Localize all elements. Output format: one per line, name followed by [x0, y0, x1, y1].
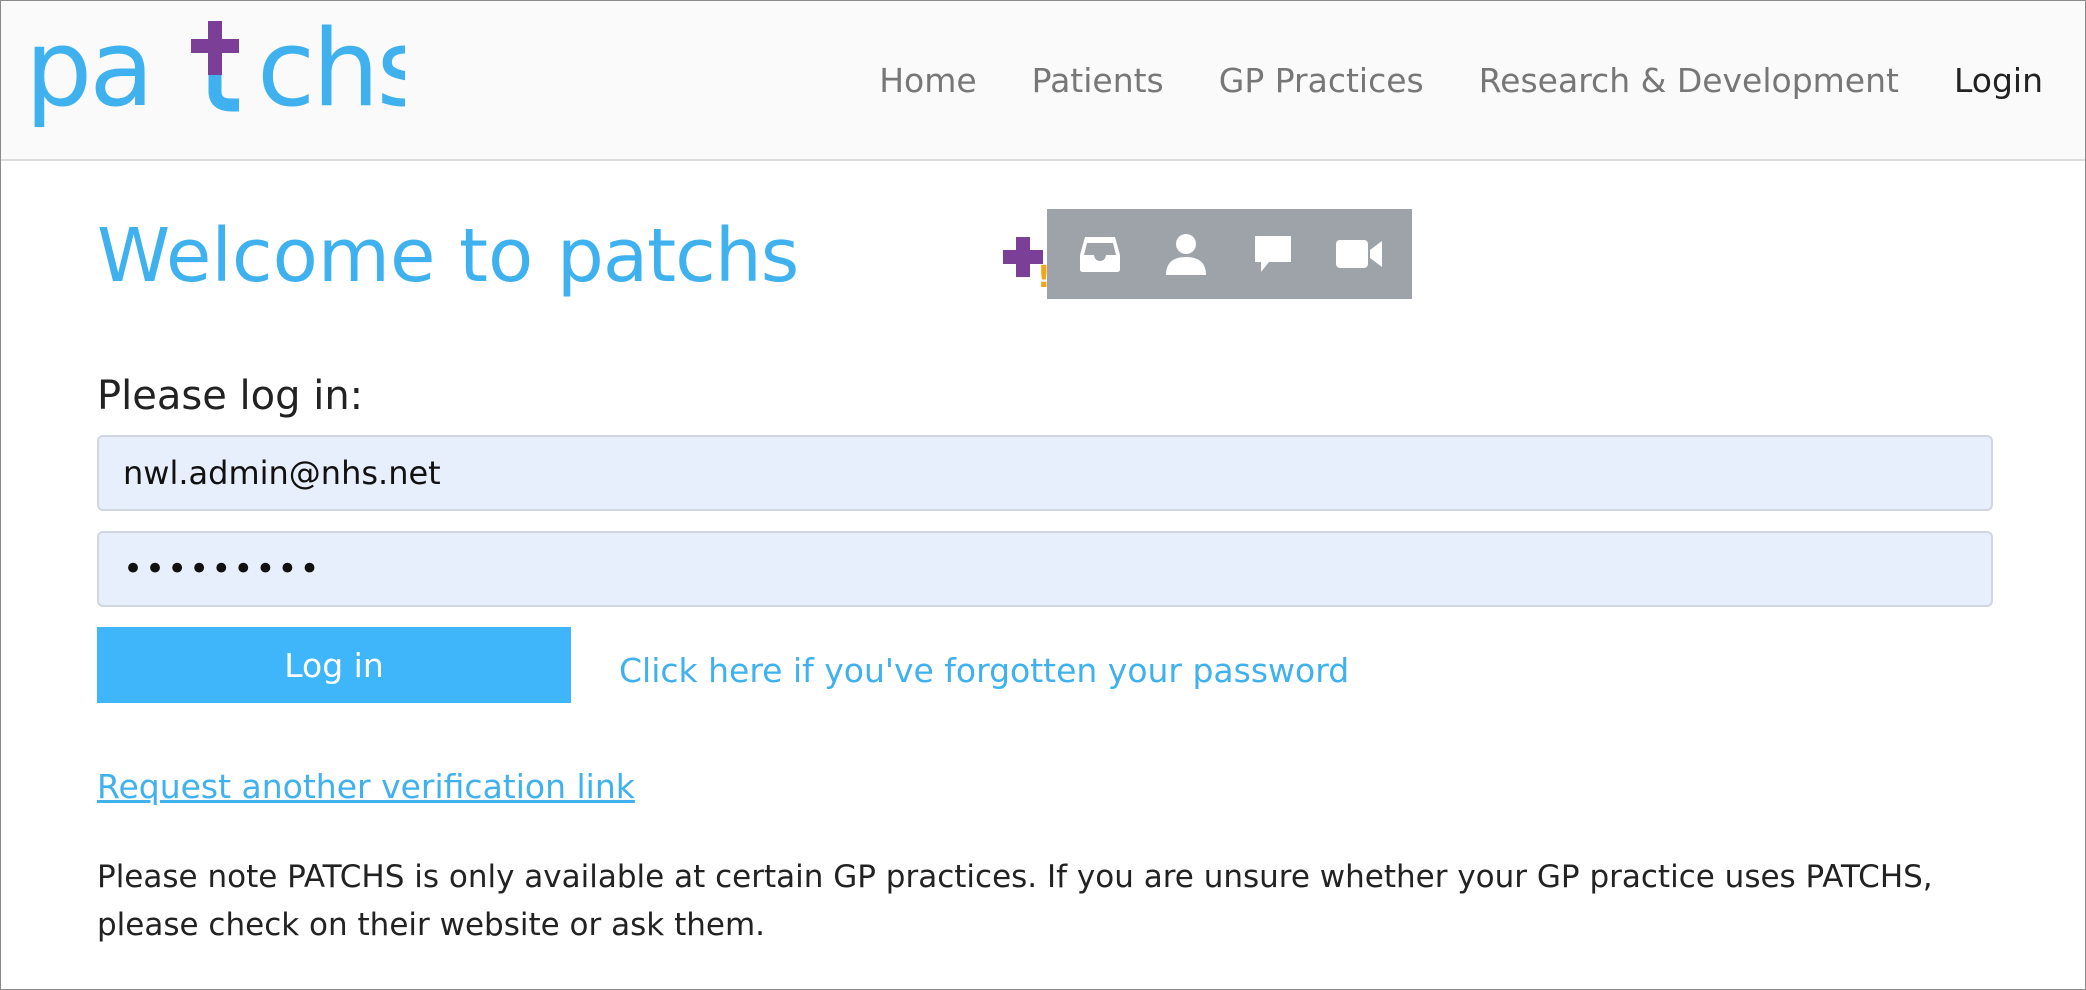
login-button[interactable]: Log in [97, 627, 571, 703]
nav-patients[interactable]: Patients [1032, 61, 1164, 100]
video-icon[interactable] [1335, 230, 1383, 278]
request-verification-link[interactable]: Request another verification link [97, 767, 635, 806]
svg-text:chs: chs [257, 9, 405, 130]
welcome-heading: Welcome to patchs [97, 219, 799, 293]
welcome-brand: patchs [556, 213, 799, 299]
chat-icon[interactable] [1249, 230, 1297, 278]
patchs-logo[interactable]: pa chs patchs [25, 7, 432, 143]
email-field[interactable] [97, 435, 1993, 511]
password-field[interactable] [97, 531, 1993, 607]
nav-research-development[interactable]: Research & Development [1479, 61, 1899, 100]
inbox-icon[interactable] [1076, 230, 1124, 278]
welcome-prefix: Welcome to [97, 213, 534, 299]
login-prompt: Please log in: [97, 373, 364, 419]
nav-gp-practices[interactable]: GP Practices [1219, 61, 1424, 100]
forgot-password-link[interactable]: Click here if you've forgotten your pass… [619, 651, 1349, 690]
user-icon[interactable] [1162, 230, 1210, 278]
svg-text:pa: pa [25, 9, 151, 130]
main-nav: Home Patients GP Practices Research & De… [879, 61, 2043, 100]
site-header: pa chs patchs Home Patients GP Practices… [1, 1, 2085, 161]
quick-action-toolbar [1047, 209, 1412, 299]
patchs-logo-graphic: pa chs [25, 7, 432, 130]
nav-home[interactable]: Home [879, 61, 976, 100]
nav-login[interactable]: Login [1954, 61, 2043, 100]
availability-note: Please note PATCHS is only available at … [97, 859, 1933, 943]
